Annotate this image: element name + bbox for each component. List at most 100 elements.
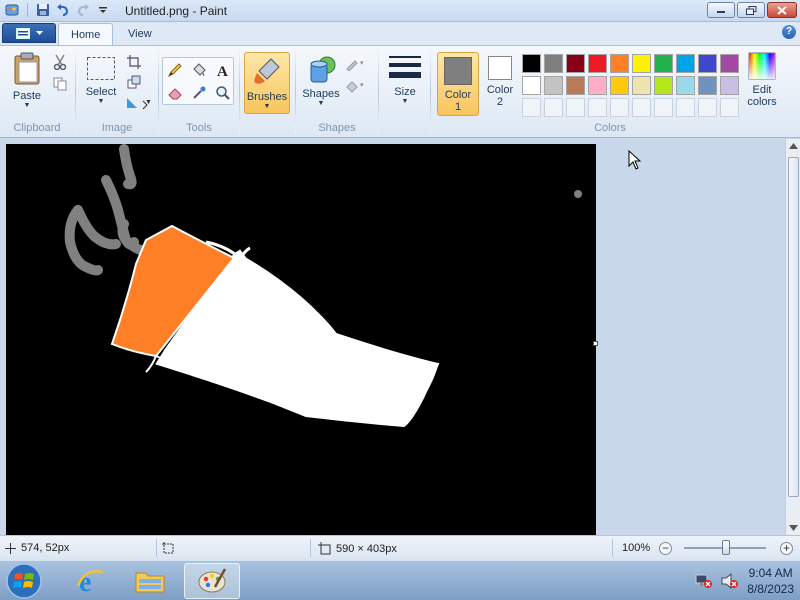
custom-color-slot[interactable]: [632, 98, 651, 117]
shape-fill-icon[interactable]: ▾: [344, 76, 370, 96]
palette-swatch[interactable]: [720, 54, 739, 73]
save-icon[interactable]: [35, 2, 51, 18]
palette-swatch[interactable]: [610, 76, 629, 95]
palette-swatch[interactable]: [566, 76, 585, 95]
minimize-button[interactable]: [707, 2, 735, 18]
resize-handle-right[interactable]: [593, 341, 598, 346]
vertical-scrollbar[interactable]: [785, 139, 800, 535]
custom-color-slot[interactable]: [698, 98, 717, 117]
custom-color-slot[interactable]: [654, 98, 673, 117]
palette-swatch[interactable]: [588, 76, 607, 95]
select-button[interactable]: Select ▼: [84, 56, 118, 105]
taskbar-clock[interactable]: 9:04 AM 8/8/2023: [747, 565, 794, 597]
ribbon: Paste ▼ Clipboard Select ▼ ▼ Image Tools…: [0, 45, 800, 138]
color-picker-icon[interactable]: [189, 83, 209, 103]
line-size-icon: [389, 56, 421, 78]
svg-text:▾: ▾: [360, 82, 364, 89]
color-palette: [522, 54, 739, 117]
tab-home[interactable]: Home: [58, 23, 114, 45]
palette-swatch[interactable]: [654, 76, 673, 95]
text-icon[interactable]: A: [213, 60, 233, 80]
palette-swatch[interactable]: [632, 76, 651, 95]
status-divider: [612, 539, 613, 557]
color2-button[interactable]: Color 2: [483, 52, 517, 116]
network-icon[interactable]: [695, 573, 713, 589]
folder-icon: [135, 572, 165, 593]
crop-icon[interactable]: [124, 52, 144, 72]
scroll-up-icon[interactable]: [789, 143, 798, 149]
palette-swatch[interactable]: [522, 54, 541, 73]
chevron-down-icon: ▼: [317, 100, 325, 107]
zoom-out-button[interactable]: −: [659, 542, 672, 555]
taskbar-app-file-explorer[interactable]: [122, 563, 178, 599]
shapes-group-label: Shapes: [318, 122, 356, 134]
custom-color-slot[interactable]: [676, 98, 695, 117]
palette-swatch[interactable]: [654, 54, 673, 73]
paint-app-icon[interactable]: [4, 2, 20, 18]
svg-text:▾: ▾: [360, 60, 364, 67]
resize-icon[interactable]: [124, 72, 144, 92]
redo-icon[interactable]: [75, 2, 91, 18]
palette-swatch[interactable]: [720, 76, 739, 95]
taskbar-app-paint[interactable]: [184, 563, 240, 599]
zoom-in-button[interactable]: +: [780, 542, 793, 555]
palette-swatch[interactable]: [698, 76, 717, 95]
scrollbar-thumb[interactable]: [788, 157, 799, 497]
palette-swatch[interactable]: [522, 76, 541, 95]
custom-color-slot[interactable]: [610, 98, 629, 117]
color1-button[interactable]: Color 1: [437, 52, 479, 116]
title-bar: Untitled.png - Paint: [0, 0, 800, 22]
palette-swatch[interactable]: [588, 54, 607, 73]
clock-date: 8/8/2023: [747, 582, 794, 596]
palette-swatch[interactable]: [610, 54, 629, 73]
custom-color-slot[interactable]: [720, 98, 739, 117]
palette-swatch[interactable]: [676, 54, 695, 73]
undo-icon[interactable]: [55, 2, 71, 18]
paste-button[interactable]: Paste ▼: [8, 52, 46, 109]
copy-icon[interactable]: [50, 74, 70, 94]
palette-swatch[interactable]: [544, 54, 563, 73]
palette-swatch[interactable]: [566, 54, 585, 73]
edit-colors-button[interactable]: Edit colors: [742, 52, 782, 108]
taskbar-app-internet-explorer[interactable]: e: [62, 563, 118, 599]
close-button[interactable]: [767, 2, 797, 18]
brushes-button[interactable]: Brushes ▼: [244, 52, 290, 114]
palette-swatch[interactable]: [676, 76, 695, 95]
customize-qat-icon[interactable]: [95, 2, 111, 18]
shapes-group: Shapes ▼ ▾ ▾ Shapes: [296, 48, 378, 137]
cut-icon[interactable]: [50, 52, 70, 72]
shapes-button[interactable]: Shapes ▼: [302, 54, 340, 107]
size-button[interactable]: Size ▼: [386, 54, 424, 105]
quick-access-toolbar: [4, 2, 111, 18]
palette-swatch[interactable]: [632, 54, 651, 73]
magnifier-icon[interactable]: [213, 83, 233, 103]
window-controls: [707, 2, 797, 18]
help-icon[interactable]: ?: [782, 25, 796, 39]
custom-color-slot[interactable]: [522, 98, 541, 117]
paint-window: Untitled.png - Paint Home View ? Paste ▼…: [0, 0, 800, 600]
restore-button[interactable]: [737, 2, 765, 18]
start-button[interactable]: [4, 562, 44, 600]
custom-color-slot[interactable]: [544, 98, 563, 117]
tab-view[interactable]: View: [116, 23, 164, 45]
drawing-canvas[interactable]: [6, 144, 596, 535]
scroll-down-icon[interactable]: [789, 525, 798, 531]
zoom-slider-thumb[interactable]: [722, 540, 730, 555]
palette-swatch[interactable]: [544, 76, 563, 95]
canvas-workarea: [0, 139, 785, 535]
status-bar: 574, 52px 590 × 403px 100% − +: [0, 535, 800, 560]
pencil-icon[interactable]: [165, 60, 185, 80]
color-wheel-icon: [748, 52, 776, 80]
rotate-icon[interactable]: ▼: [124, 93, 152, 113]
chevron-down-icon: ▼: [97, 98, 105, 105]
volume-muted-icon[interactable]: [721, 573, 739, 589]
paint-menu-button[interactable]: [2, 23, 56, 43]
fill-icon[interactable]: [189, 60, 209, 80]
eraser-icon[interactable]: [165, 83, 185, 103]
tools-group-label: Tools: [186, 122, 212, 134]
palette-swatch[interactable]: [698, 54, 717, 73]
outline-icon[interactable]: ▾: [344, 54, 370, 74]
selection-size-icon: [162, 542, 174, 554]
custom-color-slot[interactable]: [566, 98, 585, 117]
custom-color-slot[interactable]: [588, 98, 607, 117]
